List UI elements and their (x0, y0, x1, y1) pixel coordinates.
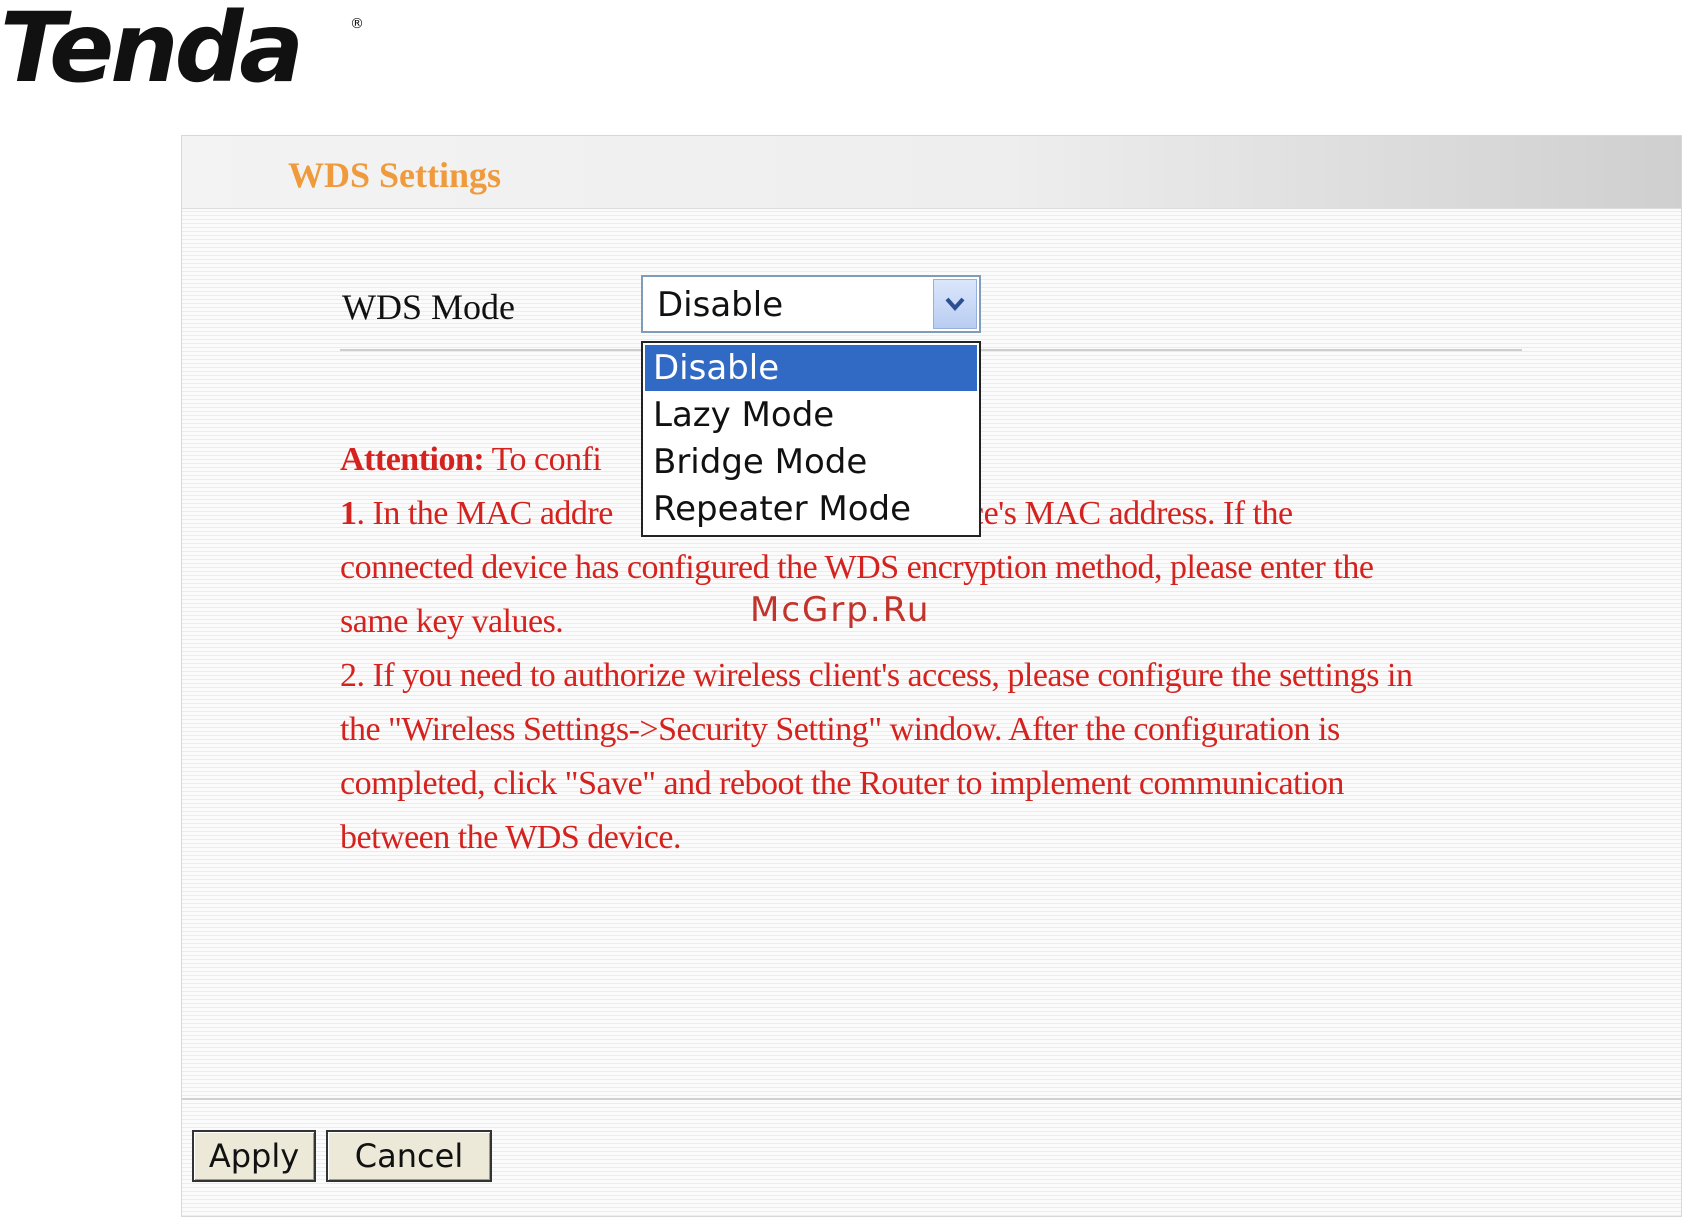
wds-settings-panel: WDS Settings WDS Mode Disable Attention:… (181, 135, 1682, 1217)
note-item-1-start: . In the MAC addre (356, 495, 614, 532)
note-item-1-number: 1 (340, 495, 357, 532)
chevron-down-icon[interactable] (933, 279, 977, 329)
dropdown-option-disable[interactable]: Disable (645, 345, 977, 391)
attention-prefix: Attention: (340, 441, 485, 478)
wds-mode-label: WDS Mode (342, 287, 515, 327)
note-item-1-line-3: same key values. (340, 603, 564, 640)
note-item-1-line-2: connected device has configured the WDS … (340, 549, 1374, 586)
dropdown-option-lazy-mode[interactable]: Lazy Mode (645, 392, 977, 438)
wds-mode-dropdown-list[interactable]: Disable Lazy Mode Bridge Mode Repeater M… (641, 341, 981, 537)
panel-header: WDS Settings (182, 136, 1681, 209)
footer-divider (182, 1098, 1681, 1100)
registered-mark: ® (350, 16, 364, 32)
page-title: WDS Settings (288, 155, 502, 195)
note-item-2-line-4: between the WDS device. (340, 819, 681, 856)
cancel-button[interactable]: Cancel (326, 1130, 492, 1182)
apply-button[interactable]: Apply (192, 1130, 316, 1182)
dropdown-option-bridge-mode[interactable]: Bridge Mode (645, 439, 977, 485)
wds-mode-selected-value: Disable (657, 285, 784, 325)
note-item-2-line-1: 2. If you need to authorize wireless cli… (340, 657, 1413, 694)
chevron-down-icon-glyph (945, 297, 965, 312)
tenda-logo: Tenda (0, 0, 304, 104)
note-item-2-line-2: the "Wireless Settings->Security Setting… (340, 711, 1340, 748)
attention-lead: To confi (484, 441, 602, 478)
dropdown-option-repeater-mode[interactable]: Repeater Mode (645, 486, 977, 532)
watermark: McGrp.Ru (750, 590, 931, 630)
note-item-2-line-3: completed, click "Save" and reboot the R… (340, 765, 1344, 802)
wds-mode-select[interactable]: Disable (641, 275, 981, 333)
